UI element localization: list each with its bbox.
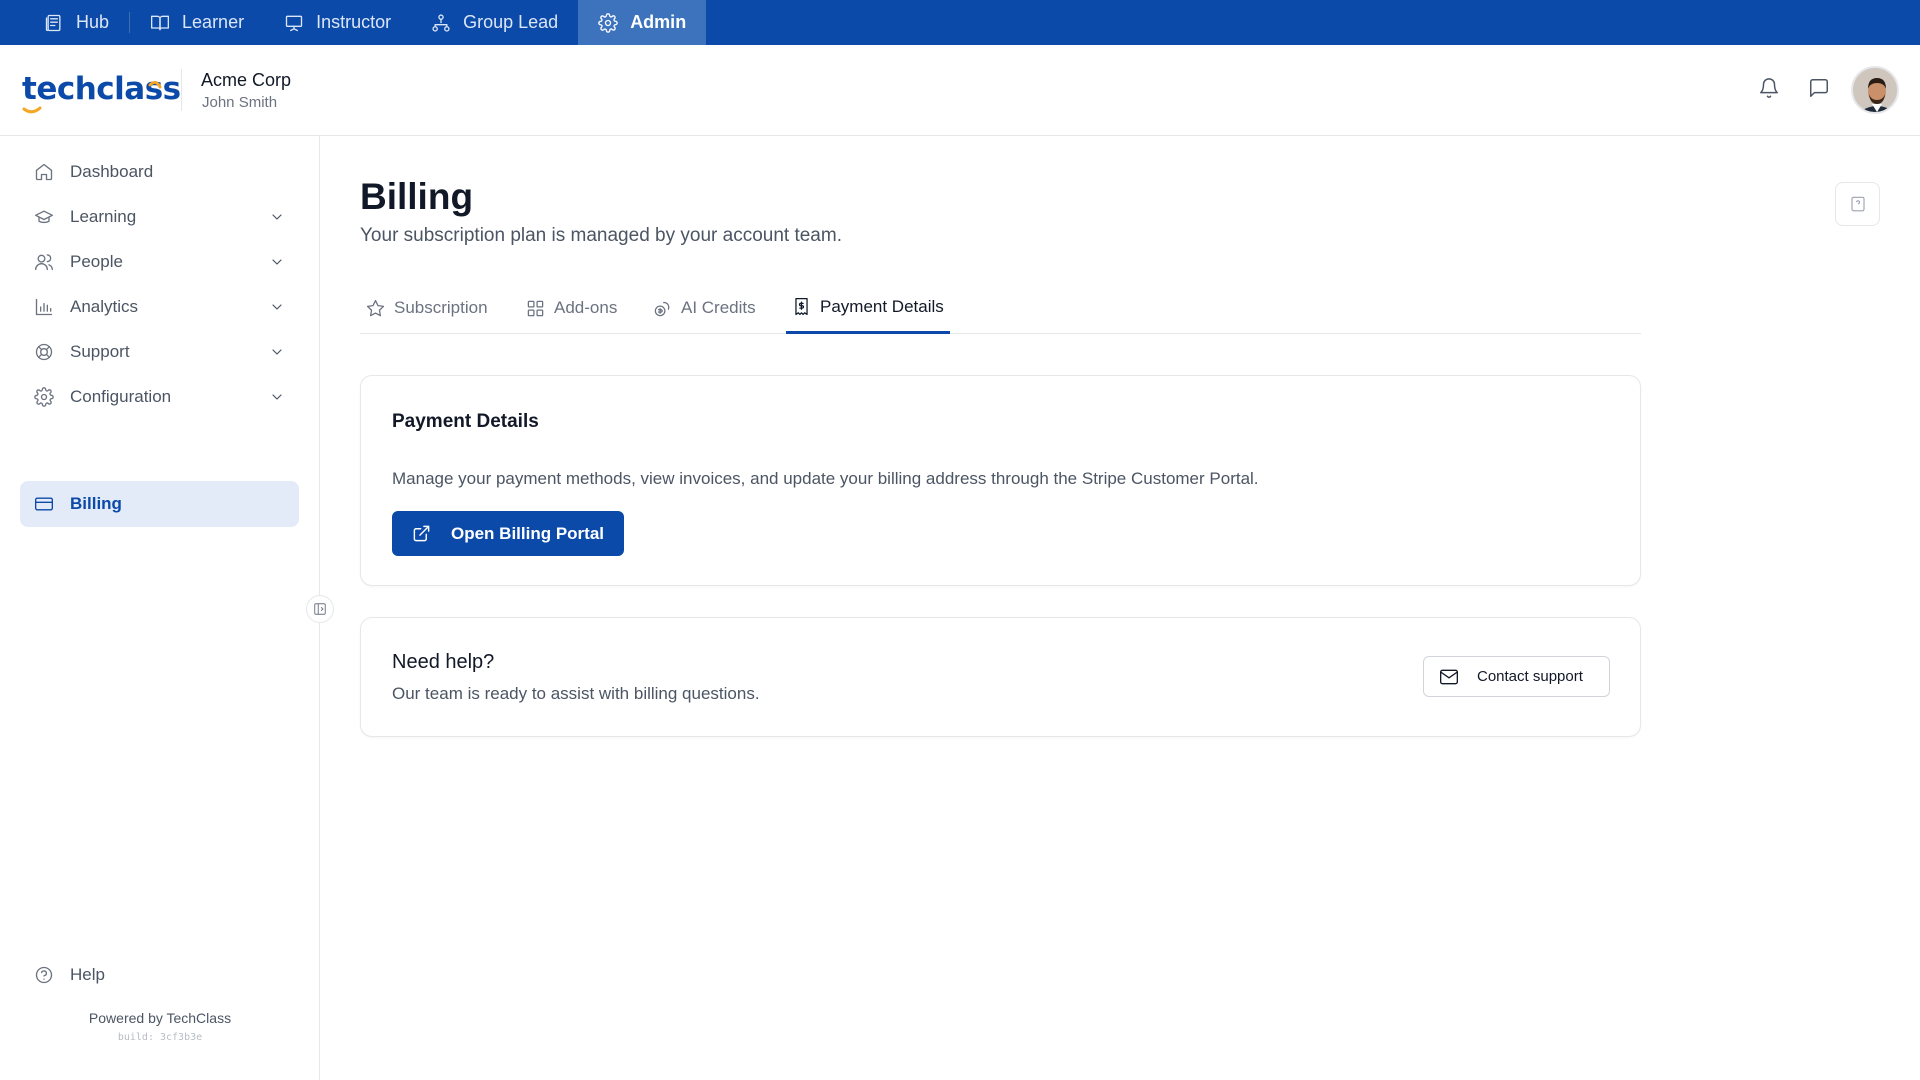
- tab-ai-credits[interactable]: AI Credits: [647, 282, 762, 334]
- role-tab-label: Hub: [76, 12, 110, 32]
- external-link-icon: [413, 525, 430, 542]
- notifications-button[interactable]: [1758, 77, 1784, 103]
- help-circle-icon: [35, 966, 53, 984]
- star-icon: [366, 299, 385, 316]
- role-tab-admin[interactable]: Admin: [578, 0, 707, 45]
- tab-label: Subscription: [394, 298, 488, 317]
- panel-left-icon: [314, 603, 326, 615]
- role-tab-hub[interactable]: Hub: [24, 0, 129, 45]
- sidebar-item-label: Billing: [70, 494, 122, 513]
- role-tab-group-lead[interactable]: Group Lead: [411, 0, 578, 45]
- grid-icon: [527, 300, 544, 316]
- bar-chart-icon: [35, 298, 53, 316]
- hub-icon: [45, 14, 61, 31]
- coins-icon: [654, 301, 670, 316]
- user-avatar-icon: [1853, 68, 1897, 112]
- payment-details-card: Payment Details Manage your payment meth…: [360, 375, 1641, 586]
- mail-icon: [1440, 669, 1458, 684]
- presentation-icon: [285, 15, 303, 31]
- help-document-icon: [1850, 196, 1865, 212]
- card-description: Manage your payment methods, view invoic…: [392, 469, 1259, 488]
- role-tab-label: Instructor: [316, 12, 392, 32]
- card-title: Need help?: [392, 651, 495, 673]
- hierarchy-icon: [432, 13, 450, 32]
- build-version: build: 3cf3b3e: [117, 1032, 203, 1043]
- sidebar-item-help[interactable]: Help: [20, 952, 299, 998]
- sidebar-item-label: Support: [70, 342, 130, 361]
- sidebar-item-label: Dashboard: [70, 162, 154, 181]
- sidebar-item-label: Analytics: [70, 297, 139, 316]
- bell-icon: [1760, 78, 1778, 98]
- chevron-down-icon: [272, 349, 282, 355]
- sidebar-item-analytics[interactable]: Analytics: [20, 284, 299, 330]
- user-name: John Smith: [202, 94, 278, 111]
- powered-by-text: Powered by TechClass: [88, 1010, 232, 1026]
- sidebar-item-configuration[interactable]: Configuration: [20, 374, 299, 420]
- sidebar-item-billing[interactable]: Billing: [20, 481, 299, 527]
- sidebar-item-people[interactable]: People: [20, 239, 299, 285]
- card-description: Our team is ready to assist with billing…: [392, 684, 760, 703]
- role-tab-learner[interactable]: Learner: [130, 0, 264, 45]
- gear-icon: [34, 387, 54, 407]
- collapse-sidebar-button[interactable]: [306, 595, 334, 623]
- button-label: Contact support: [1477, 668, 1583, 685]
- chevron-down-icon: [272, 259, 282, 265]
- tab-add-ons[interactable]: Add-ons: [520, 282, 623, 334]
- sidebar-item-label: Help: [70, 965, 105, 984]
- divider: [181, 69, 182, 111]
- app-header: techclass Acme Corp John Smith: [0, 45, 1920, 136]
- sidebar-item-learning[interactable]: Learning: [20, 194, 299, 240]
- tab-subscription[interactable]: Subscription: [360, 282, 494, 334]
- tab-label: Add-ons: [554, 298, 618, 317]
- chevron-down-icon: [272, 304, 282, 310]
- credit-card-icon: [35, 497, 53, 511]
- book-icon: [151, 15, 170, 30]
- sidebar: Dashboard Learning People Analytics Supp…: [0, 136, 334, 1080]
- home-icon: [35, 163, 53, 181]
- button-label: Open Billing Portal: [451, 523, 605, 543]
- chevron-down-icon: [272, 394, 282, 400]
- users-icon: [35, 254, 53, 271]
- receipt-icon: [795, 297, 808, 316]
- avatar[interactable]: [1851, 66, 1899, 114]
- lifebuoy-icon: [35, 343, 53, 361]
- page-help-button[interactable]: [1835, 182, 1880, 226]
- page-subtitle: Your subscription plan is managed by you…: [360, 225, 842, 246]
- gear-icon: [598, 12, 618, 33]
- role-tab-label: Learner: [182, 12, 245, 32]
- billing-tabs: Subscription Add-ons AI Credits Payment …: [360, 282, 1641, 334]
- role-tab-label: Group Lead: [463, 12, 559, 32]
- page-title: Billing: [360, 176, 474, 217]
- graduation-cap-icon: [35, 210, 53, 224]
- contact-support-button[interactable]: Contact support: [1423, 656, 1610, 697]
- chevron-down-icon: [272, 214, 282, 220]
- open-billing-portal-button[interactable]: Open Billing Portal: [392, 511, 624, 556]
- sidebar-item-support[interactable]: Support: [20, 329, 299, 375]
- org-name: Acme Corp: [201, 70, 292, 90]
- message-square-icon: [1810, 79, 1828, 97]
- messages-button[interactable]: [1808, 77, 1834, 103]
- sidebar-item-label: People: [70, 252, 123, 271]
- card-title: Payment Details: [392, 411, 539, 432]
- tab-label: AI Credits: [681, 298, 756, 317]
- logo-swoosh-icon: [22, 80, 162, 114]
- sidebar-item-dashboard[interactable]: Dashboard: [20, 149, 299, 195]
- sidebar-item-label: Learning: [70, 207, 137, 226]
- role-tab-instructor[interactable]: Instructor: [264, 0, 411, 45]
- role-tab-label: Admin: [630, 12, 687, 32]
- role-switcher-bar: Hub Learner Instructor Group Lead Admin: [0, 0, 1920, 45]
- tab-label: Payment Details: [820, 296, 944, 316]
- need-help-card: Need help? Our team is ready to assist w…: [360, 617, 1641, 737]
- tab-payment-details[interactable]: Payment Details: [786, 282, 950, 334]
- sidebar-item-label: Configuration: [70, 387, 172, 406]
